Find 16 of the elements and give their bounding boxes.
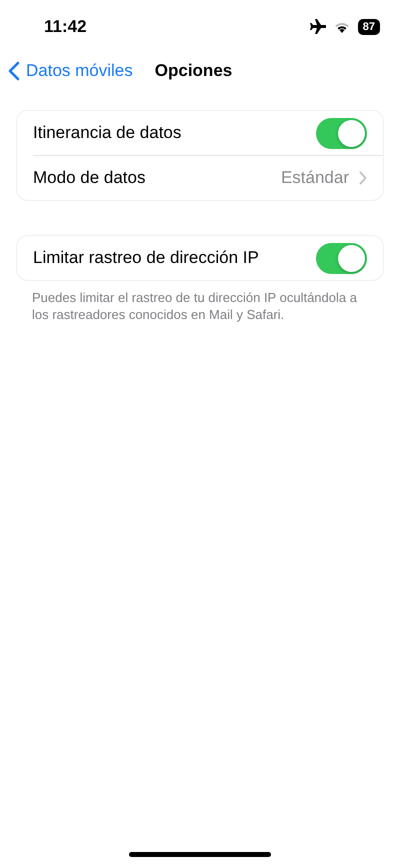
airplane-icon	[308, 19, 326, 35]
wifi-icon	[334, 21, 350, 33]
row-label: Modo de datos	[33, 168, 146, 188]
chevron-left-icon	[8, 61, 20, 81]
status-time: 11:42	[44, 17, 88, 37]
page-title: Opciones	[154, 61, 232, 81]
toggle-switch[interactable]	[316, 118, 367, 148]
chevron-right-icon	[359, 171, 367, 185]
settings-row[interactable]: Modo de datos Estándar	[33, 155, 383, 200]
row-value: Estándar	[280, 168, 349, 188]
footer-note: Puedes limitar el rastreo de tu dirección IP ocultándola a los rastreadores conocidos en Mail y Safari.	[31, 289, 358, 323]
back-button[interactable]: Datos móviles	[8, 61, 133, 81]
battery-level: 87	[358, 19, 380, 35]
toggle-switch[interactable]	[316, 242, 367, 274]
row-label: Limitar rastreo de dirección IP	[33, 248, 260, 268]
row-label: Itinerancia de datos	[33, 123, 182, 143]
